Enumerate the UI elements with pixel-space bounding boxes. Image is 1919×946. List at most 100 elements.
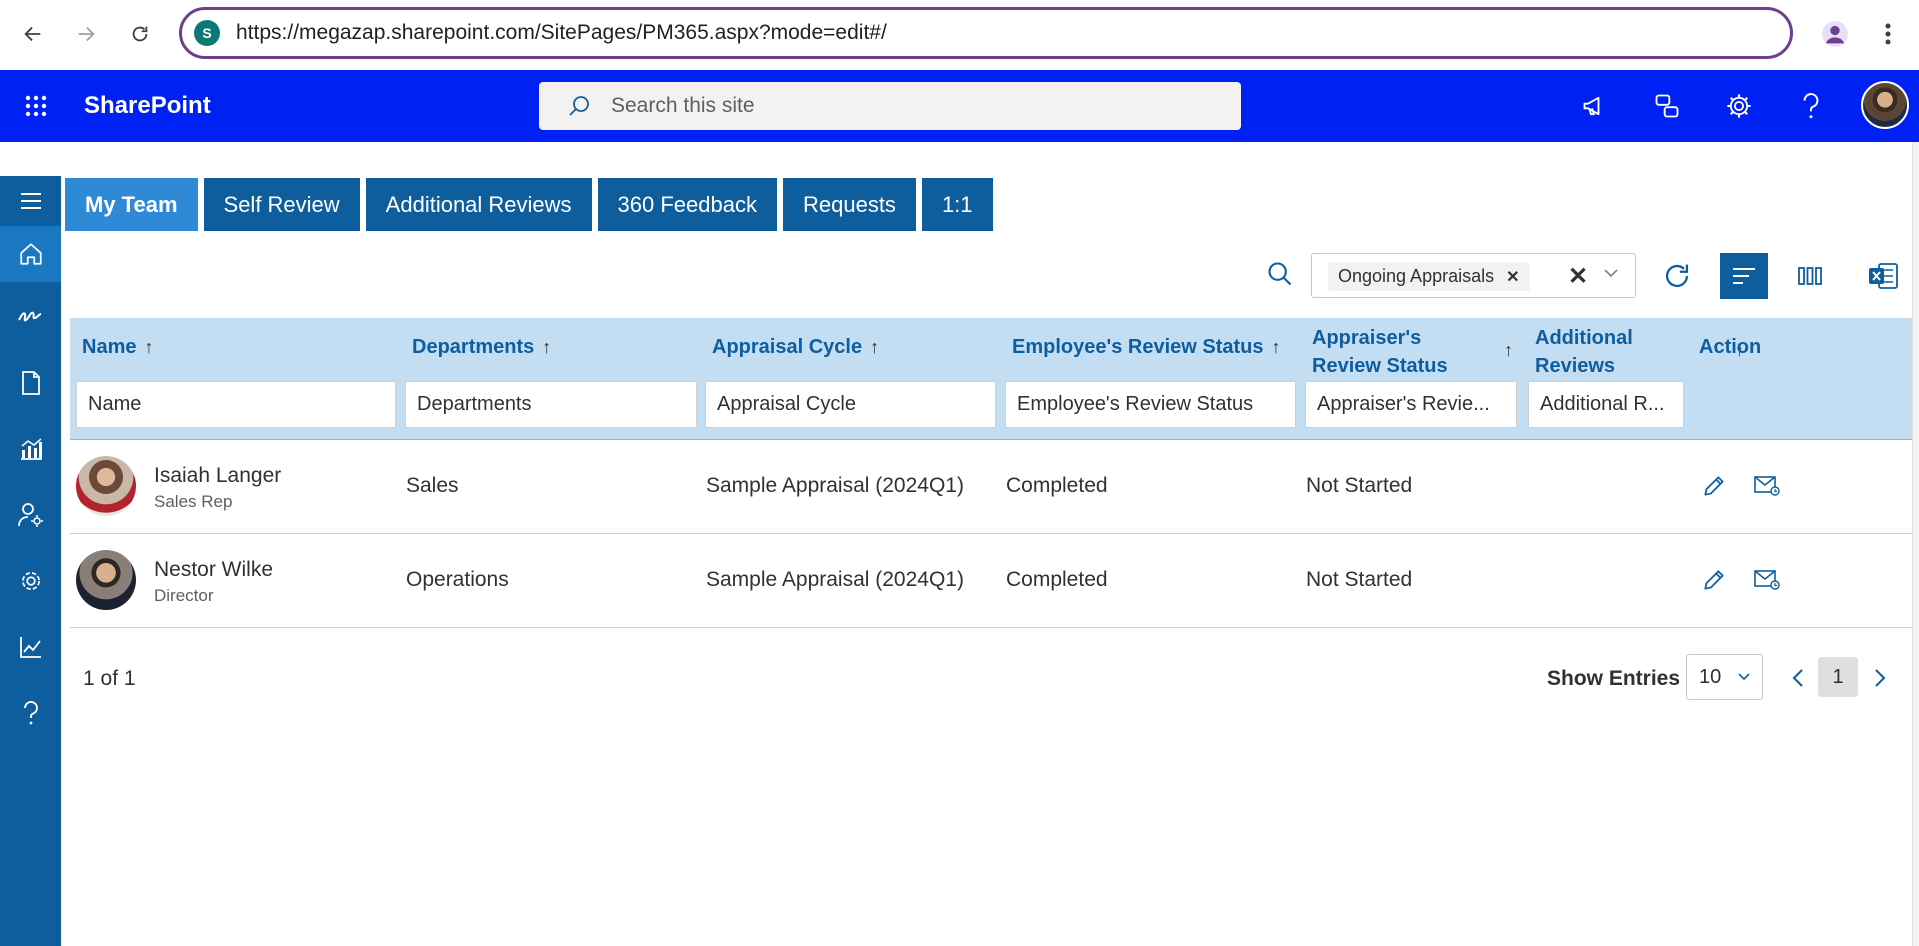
- column-title: Action: [1699, 336, 1762, 358]
- employee-photo: [76, 456, 136, 516]
- send-reminder-mail-icon[interactable]: [1751, 470, 1783, 502]
- chevron-down-icon[interactable]: [1602, 264, 1620, 287]
- chevron-down-icon: [1736, 667, 1752, 690]
- analytics-chart-icon[interactable]: [0, 424, 61, 474]
- filter-chip[interactable]: Ongoing Appraisals ✕: [1328, 262, 1530, 291]
- employee-name[interactable]: Isaiah Langer: [154, 464, 281, 488]
- column-header-name[interactable]: Name ↑: [82, 336, 153, 359]
- trend-chart-icon[interactable]: [0, 622, 61, 672]
- appraisal-cycle-cell: Sample Appraisal (2024Q1): [706, 568, 964, 591]
- sort-arrow-icon[interactable]: ↑: [144, 337, 153, 358]
- appraisal-filter-dropdown[interactable]: Ongoing Appraisals ✕ ✕: [1311, 253, 1636, 298]
- tab-additional-reviews[interactable]: Additional Reviews: [365, 178, 592, 231]
- name-filter-input[interactable]: Name: [76, 381, 396, 428]
- grid-search-icon[interactable]: [1262, 256, 1298, 292]
- column-header-appraisal-cycle[interactable]: Appraisal Cycle ↑: [712, 336, 879, 359]
- sort-arrow-icon[interactable]: ↑: [1504, 336, 1513, 364]
- menu-kebab-icon[interactable]: [1870, 16, 1906, 52]
- excel-export-icon[interactable]: [1859, 253, 1907, 299]
- app-title[interactable]: SharePoint: [84, 92, 211, 120]
- remove-chip-icon[interactable]: ✕: [1506, 267, 1519, 287]
- current-page-button[interactable]: 1: [1818, 657, 1858, 697]
- clear-filter-icon[interactable]: ✕: [1568, 262, 1588, 291]
- scrollbar[interactable]: [1912, 142, 1919, 946]
- next-page-icon[interactable]: [1865, 660, 1895, 696]
- tab-requests[interactable]: Requests: [782, 178, 916, 231]
- edit-pencil-icon[interactable]: [1698, 470, 1730, 502]
- column-title: Employee's Review Status: [1012, 336, 1264, 358]
- sort-arrow-icon[interactable]: ↑: [1272, 337, 1281, 358]
- appraiser-status-filter-input[interactable]: Appraiser's Revie...: [1305, 381, 1517, 428]
- column-title: Appraiser's Review Status: [1312, 324, 1448, 380]
- employee-name[interactable]: Nestor Wilke: [154, 558, 273, 582]
- column-title-line: Review Status: [1312, 355, 1448, 377]
- home-icon[interactable]: [0, 226, 61, 282]
- column-header-action: Action: [1699, 336, 1761, 359]
- show-entries-label: Show Entries: [1547, 667, 1681, 690]
- help-question-icon[interactable]: [0, 688, 61, 738]
- column-header-employee-review-status[interactable]: Employee's Review Status ↑: [1012, 336, 1281, 359]
- sort-arrow-icon[interactable]: ↑: [542, 337, 551, 358]
- column-title: Additional Reviews: [1535, 324, 1633, 380]
- employee-status-cell: Completed: [1006, 568, 1108, 591]
- page-size-value: 10: [1699, 665, 1722, 688]
- profile-icon[interactable]: [1817, 16, 1853, 52]
- edit-pencil-icon[interactable]: [1698, 564, 1730, 596]
- forward-icon[interactable]: [68, 16, 104, 52]
- table-row[interactable]: Isaiah Langer Sales Rep Sales Sample App…: [70, 440, 1919, 534]
- refresh-icon[interactable]: [1653, 253, 1701, 299]
- gear-icon[interactable]: [0, 556, 61, 606]
- search-icon: [565, 92, 593, 120]
- user-avatar[interactable]: [1861, 81, 1909, 129]
- previous-page-icon[interactable]: [1783, 660, 1813, 696]
- search-placeholder[interactable]: Search this site: [611, 94, 755, 118]
- module-tabs: My Team Self Review Additional Reviews 3…: [65, 178, 993, 231]
- column-header-departments[interactable]: Departments ↑: [412, 336, 551, 359]
- tab-my-team[interactable]: My Team: [65, 178, 198, 231]
- employee-title: Director: [154, 586, 214, 605]
- employee-status-cell: Completed: [1006, 474, 1108, 497]
- appraiser-status-cell: Not Started: [1306, 568, 1413, 591]
- tab-360-feedback[interactable]: 360 Feedback: [597, 178, 777, 231]
- department-cell: Operations: [406, 568, 509, 591]
- column-header-appraiser-review-status[interactable]: Appraiser's Review Status ↑: [1312, 324, 1513, 380]
- settings-gear-icon[interactable]: [1721, 88, 1757, 124]
- departments-filter-input[interactable]: Departments: [405, 381, 697, 428]
- back-icon[interactable]: [15, 16, 51, 52]
- employee-status-filter-input[interactable]: Employee's Review Status: [1005, 381, 1296, 428]
- left-nav: [0, 176, 61, 946]
- help-icon[interactable]: [1793, 88, 1829, 124]
- site-search-box[interactable]: Search this site: [539, 82, 1241, 130]
- appraiser-status-cell: Not Started: [1306, 474, 1413, 497]
- tab-one-on-one[interactable]: 1:1: [921, 178, 993, 231]
- app-launcher-icon[interactable]: [18, 88, 54, 124]
- column-title-line: Reviews: [1535, 355, 1616, 377]
- column-title-line: Appraiser's: [1312, 327, 1422, 349]
- list-view-icon[interactable]: [1720, 253, 1768, 299]
- column-header-additional-reviews[interactable]: Additional Reviews ↑: [1535, 324, 1744, 380]
- grid-header: Name ↑ Departments ↑ Appraisal Cycle ↑ Empl…: [70, 318, 1919, 440]
- megaphone-icon[interactable]: [1577, 88, 1613, 124]
- filter-chip-label: Ongoing Appraisals: [1338, 266, 1495, 286]
- user-settings-icon[interactable]: [0, 490, 61, 540]
- column-title: Departments: [412, 336, 535, 358]
- signature-icon[interactable]: [0, 292, 61, 342]
- hamburger-menu-icon[interactable]: [0, 176, 61, 226]
- table-row[interactable]: Nestor Wilke Director Operations Sample …: [70, 534, 1919, 628]
- browser-toolbar: S https://megazap.sharepoint.com/SitePag…: [0, 0, 1919, 70]
- document-icon[interactable]: [0, 358, 61, 408]
- sort-arrow-icon[interactable]: ↑: [870, 337, 879, 358]
- additional-reviews-filter-input[interactable]: Additional R...: [1528, 381, 1684, 428]
- department-cell: Sales: [406, 474, 459, 497]
- appraisal-cycle-filter-input[interactable]: Appraisal Cycle: [705, 381, 996, 428]
- site-info-icon[interactable]: S: [194, 20, 220, 46]
- address-bar[interactable]: S https://megazap.sharepoint.com/SitePag…: [179, 7, 1793, 59]
- url-text[interactable]: https://megazap.sharepoint.com/SitePages…: [236, 21, 887, 45]
- column-title-line: Additional: [1535, 327, 1633, 349]
- page-size-select[interactable]: 10: [1686, 654, 1763, 700]
- reload-icon[interactable]: [122, 16, 158, 52]
- send-reminder-mail-icon[interactable]: [1751, 564, 1783, 596]
- column-view-icon[interactable]: [1786, 253, 1834, 299]
- conversation-icon[interactable]: [1649, 88, 1685, 124]
- tab-self-review[interactable]: Self Review: [203, 178, 360, 231]
